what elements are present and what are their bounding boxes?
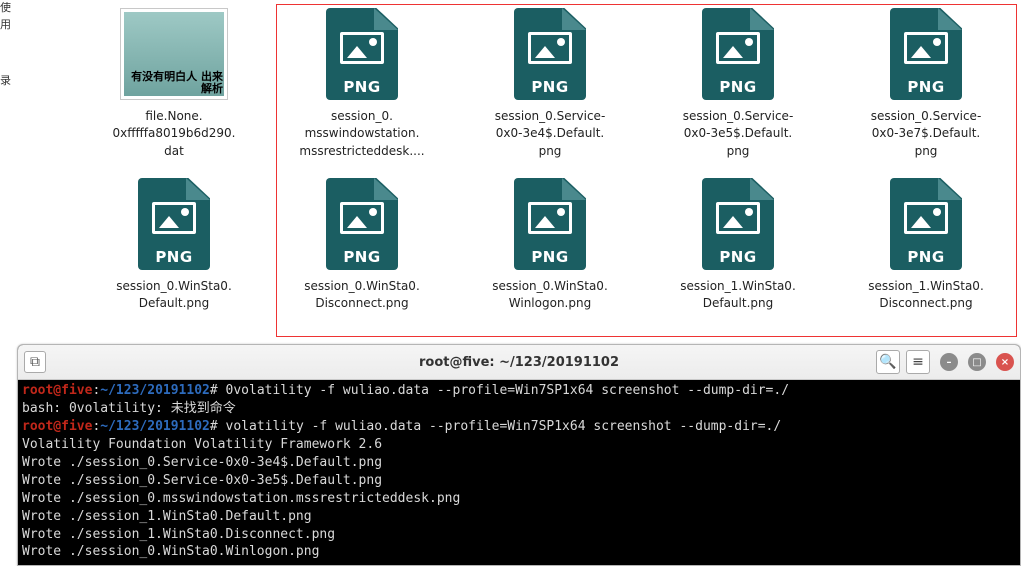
file-item[interactable]: PNG session_0.WinSta0. Default.png <box>80 170 268 340</box>
png-file-icon: PNG <box>702 178 774 270</box>
file-manager-view: 使用 录 有没有明白人 出来解析 file.None. 0xfffffa8019b… <box>0 0 1021 341</box>
sidebar-partial: 使用 录 <box>0 0 12 150</box>
file-name-label: session_0.Service- 0x0-3e5$.Default. png <box>683 108 794 160</box>
png-badge: PNG <box>890 78 962 96</box>
file-name-label: session_0.WinSta0. Disconnect.png <box>304 278 420 313</box>
sidebar-label: 录 <box>0 73 12 90</box>
file-name-label: session_1.WinSta0. Default.png <box>680 278 796 313</box>
png-file-icon: PNG <box>326 8 398 100</box>
file-name-label: session_0.Service- 0x0-3e4$.Default. png <box>495 108 606 160</box>
terminal-body[interactable]: root@five:~/123/20191102# 0volatility -f… <box>18 380 1020 565</box>
thumb-overlay-text: 有没有明白人 出来解析 <box>124 70 224 96</box>
maximize-button[interactable]: □ <box>968 353 986 371</box>
png-file-icon: PNG <box>514 178 586 270</box>
window-title: root@five: ~/123/20191102 <box>18 355 1020 370</box>
png-file-icon: PNG <box>514 8 586 100</box>
file-item[interactable]: PNG session_1.WinSta0. Default.png <box>644 170 832 340</box>
file-item[interactable]: PNG session_0.Service- 0x0-3e4$.Default. … <box>456 0 644 170</box>
png-badge: PNG <box>514 78 586 96</box>
file-item[interactable]: PNG session_0.WinSta0. Disconnect.png <box>268 170 456 340</box>
new-tab-button[interactable]: ⧉ <box>24 351 46 373</box>
png-file-icon: PNG <box>326 178 398 270</box>
titlebar-controls: 🔍 ≡ – □ × <box>876 350 1020 374</box>
png-file-icon: PNG <box>890 8 962 100</box>
file-name-label: session_1.WinSta0. Disconnect.png <box>868 278 984 313</box>
image-thumbnail: 有没有明白人 出来解析 <box>120 8 228 100</box>
file-item[interactable]: PNG session_0.Service- 0x0-3e5$.Default. … <box>644 0 832 170</box>
file-item[interactable]: PNG session_0.WinSta0. Winlogon.png <box>456 170 644 340</box>
png-file-icon: PNG <box>138 178 210 270</box>
sidebar-label: 使用 <box>0 0 12 33</box>
terminal-icon: ⧉ <box>30 354 40 370</box>
minimize-button[interactable]: – <box>940 353 958 371</box>
file-item[interactable]: PNG session_1.WinSta0. Disconnect.png <box>832 170 1020 340</box>
png-badge: PNG <box>514 248 586 266</box>
png-badge: PNG <box>326 248 398 266</box>
file-name-label: session_0. msswindowstation. mssrestrict… <box>299 108 424 160</box>
png-badge: PNG <box>890 248 962 266</box>
png-badge: PNG <box>702 248 774 266</box>
file-name-label: session_0.WinSta0. Default.png <box>116 278 232 313</box>
file-name-label: session_0.Service- 0x0-3e7$.Default. png <box>871 108 982 160</box>
titlebar[interactable]: ⧉ root@five: ~/123/20191102 🔍 ≡ – □ × <box>18 345 1020 380</box>
terminal-window: ⧉ root@five: ~/123/20191102 🔍 ≡ – □ × ro… <box>17 344 1021 566</box>
search-button[interactable]: 🔍 <box>876 350 900 374</box>
png-file-icon: PNG <box>890 178 962 270</box>
file-item[interactable]: PNG session_0.Service- 0x0-3e7$.Default. … <box>832 0 1020 170</box>
file-grid: 有没有明白人 出来解析 file.None. 0xfffffa8019b6d290… <box>80 0 1020 341</box>
png-badge: PNG <box>326 78 398 96</box>
png-badge: PNG <box>702 78 774 96</box>
png-badge: PNG <box>138 248 210 266</box>
close-button[interactable]: × <box>996 353 1014 371</box>
file-item[interactable]: 有没有明白人 出来解析 file.None. 0xfffffa8019b6d290… <box>80 0 268 170</box>
file-name-label: file.None. 0xfffffa8019b6d290. dat <box>113 108 236 160</box>
file-item[interactable]: PNG session_0. msswindowstation. mssrestr… <box>268 0 456 170</box>
menu-button[interactable]: ≡ <box>906 350 930 374</box>
png-file-icon: PNG <box>702 8 774 100</box>
file-name-label: session_0.WinSta0. Winlogon.png <box>492 278 608 313</box>
